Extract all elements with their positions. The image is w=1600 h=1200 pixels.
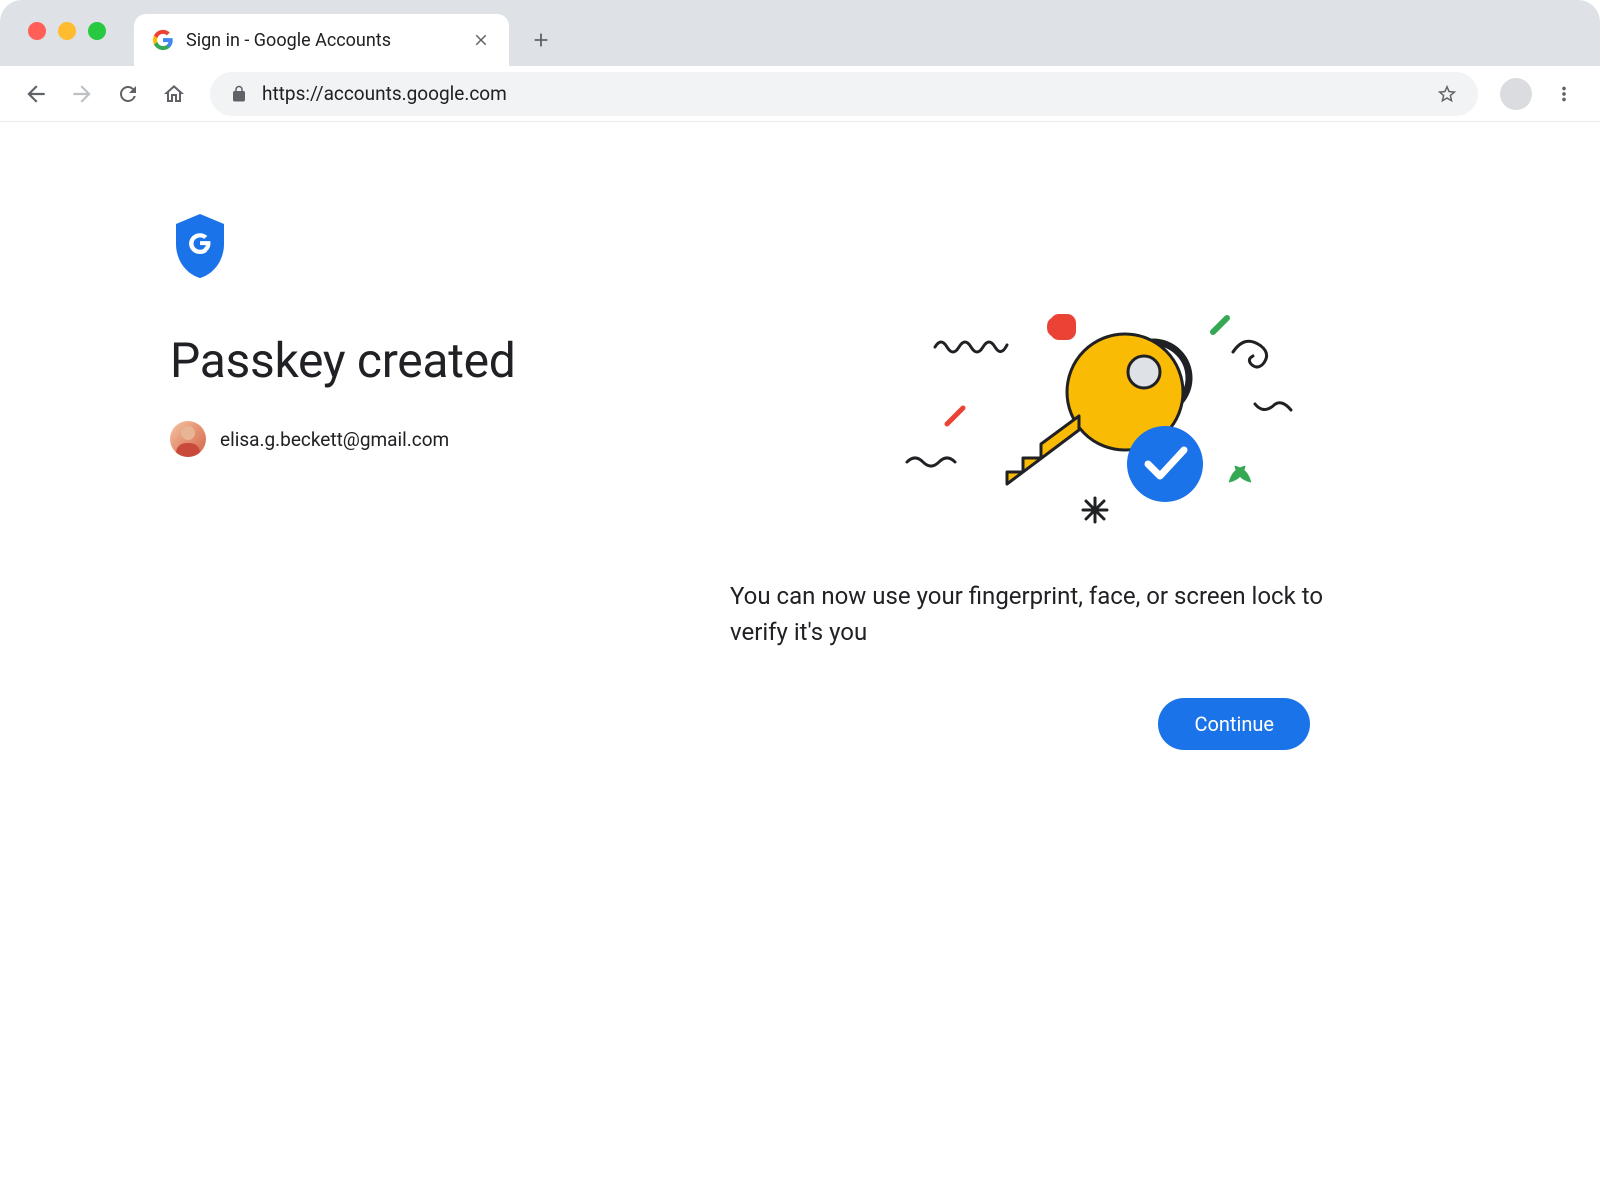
new-tab-button[interactable] <box>523 22 559 58</box>
passkey-description: You can now use your fingerprint, face, … <box>730 578 1330 650</box>
reload-button[interactable] <box>110 76 146 112</box>
browser-menu-button[interactable] <box>1546 76 1582 112</box>
back-button[interactable] <box>18 76 54 112</box>
home-button[interactable] <box>156 76 192 112</box>
bookmark-star-icon[interactable] <box>1436 83 1458 105</box>
page-content: Passkey created elisa.g.beckett@gmail.co… <box>0 122 1600 750</box>
lock-icon <box>230 85 248 103</box>
browser-window: Sign in - Google Accounts https://accoun… <box>0 0 1600 1200</box>
account-avatar-icon <box>170 421 206 457</box>
browser-toolbar: https://accounts.google.com <box>0 66 1600 122</box>
browser-tab[interactable]: Sign in - Google Accounts <box>134 14 509 66</box>
tab-strip: Sign in - Google Accounts <box>0 0 1600 66</box>
button-row: Continue <box>730 698 1310 750</box>
passkey-illustration <box>835 272 1325 542</box>
account-chip[interactable]: elisa.g.beckett@gmail.com <box>170 421 690 457</box>
maximize-window-button[interactable] <box>88 22 106 40</box>
google-shield-icon <box>170 212 230 280</box>
left-column: Passkey created elisa.g.beckett@gmail.co… <box>170 212 690 750</box>
url-text: https://accounts.google.com <box>262 82 1422 105</box>
account-email: elisa.g.beckett@gmail.com <box>220 428 449 451</box>
google-favicon-icon <box>152 29 174 51</box>
page-heading: Passkey created <box>170 332 690 389</box>
close-window-button[interactable] <box>28 22 46 40</box>
minimize-window-button[interactable] <box>58 22 76 40</box>
window-controls <box>28 22 106 40</box>
close-tab-icon[interactable] <box>471 30 491 50</box>
address-bar[interactable]: https://accounts.google.com <box>210 72 1478 116</box>
profile-avatar-button[interactable] <box>1500 78 1532 110</box>
tab-title: Sign in - Google Accounts <box>186 30 459 51</box>
continue-button[interactable]: Continue <box>1158 698 1310 750</box>
right-column: You can now use your fingerprint, face, … <box>730 212 1430 750</box>
forward-button[interactable] <box>64 76 100 112</box>
